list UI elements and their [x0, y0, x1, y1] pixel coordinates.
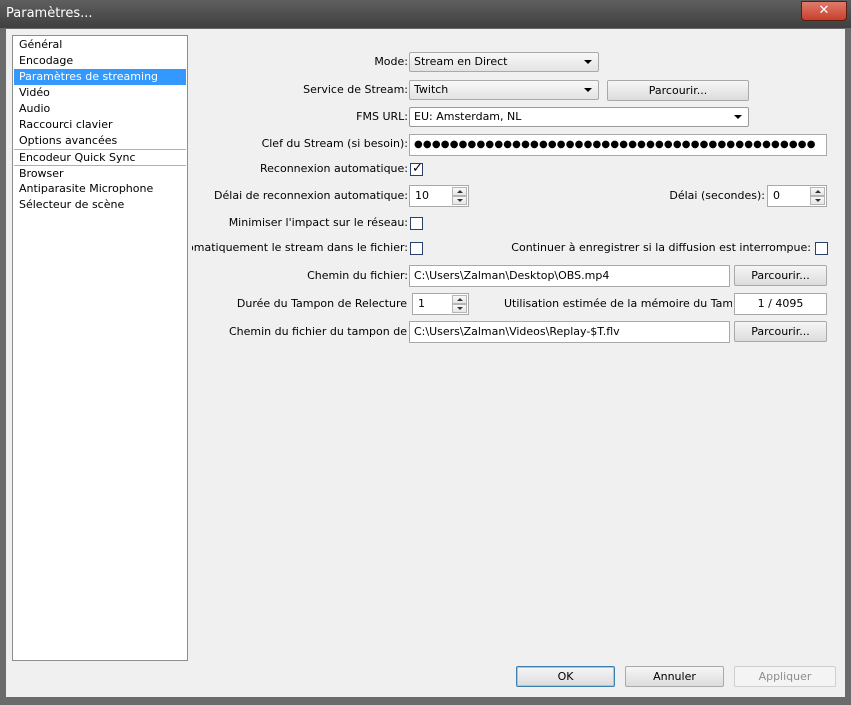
- auto-reconnect-checkbox[interactable]: ✓: [410, 161, 423, 176]
- reconnect-delay-spinner[interactable]: 10: [409, 185, 469, 207]
- reconnect-delay-label: Délai de reconnexion automatique:: [214, 189, 408, 202]
- file-path-field[interactable]: C:\Users\Zalman\Desktop\OBS.mp4: [409, 265, 730, 287]
- auto-save-checkbox[interactable]: [410, 242, 423, 255]
- sidebar-item-hotkeys[interactable]: Raccourci clavier: [14, 117, 186, 133]
- window-title: Paramètres...: [6, 6, 93, 21]
- delay-seconds-spinner[interactable]: 0: [767, 185, 827, 207]
- fms-url-dropdown[interactable]: EU: Amsterdam, NL: [409, 107, 749, 127]
- delay-seconds-value: 0: [773, 189, 780, 202]
- file-path-browse-button[interactable]: Parcourir...: [734, 265, 827, 286]
- reconnect-delay-value: 10: [415, 189, 429, 202]
- mode-dropdown[interactable]: Stream en Direct: [409, 52, 599, 72]
- buffer-path-field[interactable]: C:\Users\Zalman\Videos\Replay-$T.flv: [409, 321, 730, 343]
- mode-value: Stream en Direct: [414, 55, 508, 68]
- sidebar-item-encoding[interactable]: Encodage: [14, 53, 186, 69]
- fms-url-value: EU: Amsterdam, NL: [414, 110, 522, 123]
- minimize-impact-checkbox[interactable]: [410, 217, 423, 230]
- apply-button[interactable]: Appliquer: [734, 666, 836, 687]
- spinner-up-icon[interactable]: [452, 187, 467, 196]
- checkmark-icon: ✓: [412, 161, 423, 176]
- spinner-up-icon[interactable]: [452, 295, 467, 304]
- spinner-down-icon[interactable]: [810, 196, 825, 205]
- continue-recording-checkbox[interactable]: [815, 242, 828, 255]
- stream-key-value: ●●●●●●●●●●●●●●●●●●●●●●●●●●●●●●●●●●●●●●●●…: [414, 139, 816, 150]
- chevron-down-icon: [584, 88, 592, 92]
- ok-button[interactable]: OK: [516, 666, 615, 687]
- sidebar-item-scene-switcher[interactable]: Sélecteur de scène: [14, 197, 186, 213]
- buffer-path-label: Chemin du fichier du tampon de: [228, 325, 407, 338]
- buffer-duration-spinner[interactable]: 1: [412, 293, 469, 315]
- file-path-label: Chemin du fichier:: [307, 269, 408, 282]
- chevron-down-icon: [734, 115, 742, 119]
- sidebar-item-audio[interactable]: Audio: [14, 101, 186, 117]
- service-value: Twitch: [414, 83, 449, 96]
- stream-key-field[interactable]: ●●●●●●●●●●●●●●●●●●●●●●●●●●●●●●●●●●●●●●●●…: [409, 134, 827, 156]
- memory-usage-value-box: 1 / 4095: [734, 293, 827, 315]
- mode-label: Mode:: [374, 55, 408, 68]
- sidebar-item-browser[interactable]: Browser: [14, 165, 186, 181]
- buffer-duration-value: 1: [418, 297, 425, 310]
- file-path-value: C:\Users\Zalman\Desktop\OBS.mp4: [414, 269, 610, 282]
- continue-recording-label: Continuer à enregistrer si la diffusion …: [511, 241, 811, 254]
- minimize-impact-label: Minimiser l'impact sur le réseau:: [228, 216, 408, 229]
- memory-usage-value: 1 / 4095: [757, 297, 804, 310]
- buffer-path-browse-button[interactable]: Parcourir...: [734, 321, 827, 342]
- sidebar-item-video[interactable]: Vidéo: [14, 85, 186, 101]
- sidebar-item-advanced[interactable]: Options avancées: [14, 133, 186, 149]
- service-dropdown[interactable]: Twitch: [409, 80, 599, 100]
- spinner-down-icon[interactable]: [452, 196, 467, 205]
- settings-category-list[interactable]: Général Encodage Paramètres de streaming…: [12, 35, 188, 661]
- service-label: Service de Stream:: [303, 83, 408, 96]
- sidebar-item-quicksync[interactable]: Encodeur Quick Sync: [14, 149, 186, 165]
- close-button[interactable]: ✕: [801, 1, 847, 21]
- service-browse-button[interactable]: Parcourir...: [607, 80, 749, 101]
- stream-key-label: Clef du Stream (si besoin):: [261, 137, 408, 150]
- memory-label-clip: Utilisation estimée de la mémoire du Tam…: [476, 295, 732, 313]
- settings-window: Paramètres... ✕ Général Encodage Paramèt…: [0, 0, 851, 705]
- fms-url-label: FMS URL:: [356, 110, 408, 123]
- delay-seconds-label: Délai (secondes):: [669, 189, 765, 202]
- chevron-down-icon: [584, 60, 592, 64]
- auto-save-label: automatiquement le stream dans le fichie…: [192, 241, 408, 254]
- dialog-client-area: Général Encodage Paramètres de streaming…: [6, 29, 845, 697]
- sidebar-item-streaming[interactable]: Paramètres de streaming: [14, 69, 186, 85]
- sidebar-item-noise-gate[interactable]: Antiparasite Microphone: [14, 181, 186, 197]
- buffer-duration-label: Durée du Tampon de Relecture: [236, 297, 407, 310]
- cancel-button[interactable]: Annuler: [625, 666, 724, 687]
- auto-reconnect-label: Reconnexion automatique:: [260, 162, 408, 175]
- buffer-path-value: C:\Users\Zalman\Videos\Replay-$T.flv: [414, 325, 620, 338]
- auto-save-label-clip: automatiquement le stream dans le fichie…: [192, 239, 408, 257]
- title-bar[interactable]: Paramètres... ✕: [0, 0, 851, 28]
- spinner-up-icon[interactable]: [810, 187, 825, 196]
- sidebar-item-general[interactable]: Général: [14, 37, 186, 53]
- memory-usage-label: Utilisation estimée de la mémoire du Tam…: [504, 297, 732, 310]
- spinner-down-icon[interactable]: [452, 304, 467, 313]
